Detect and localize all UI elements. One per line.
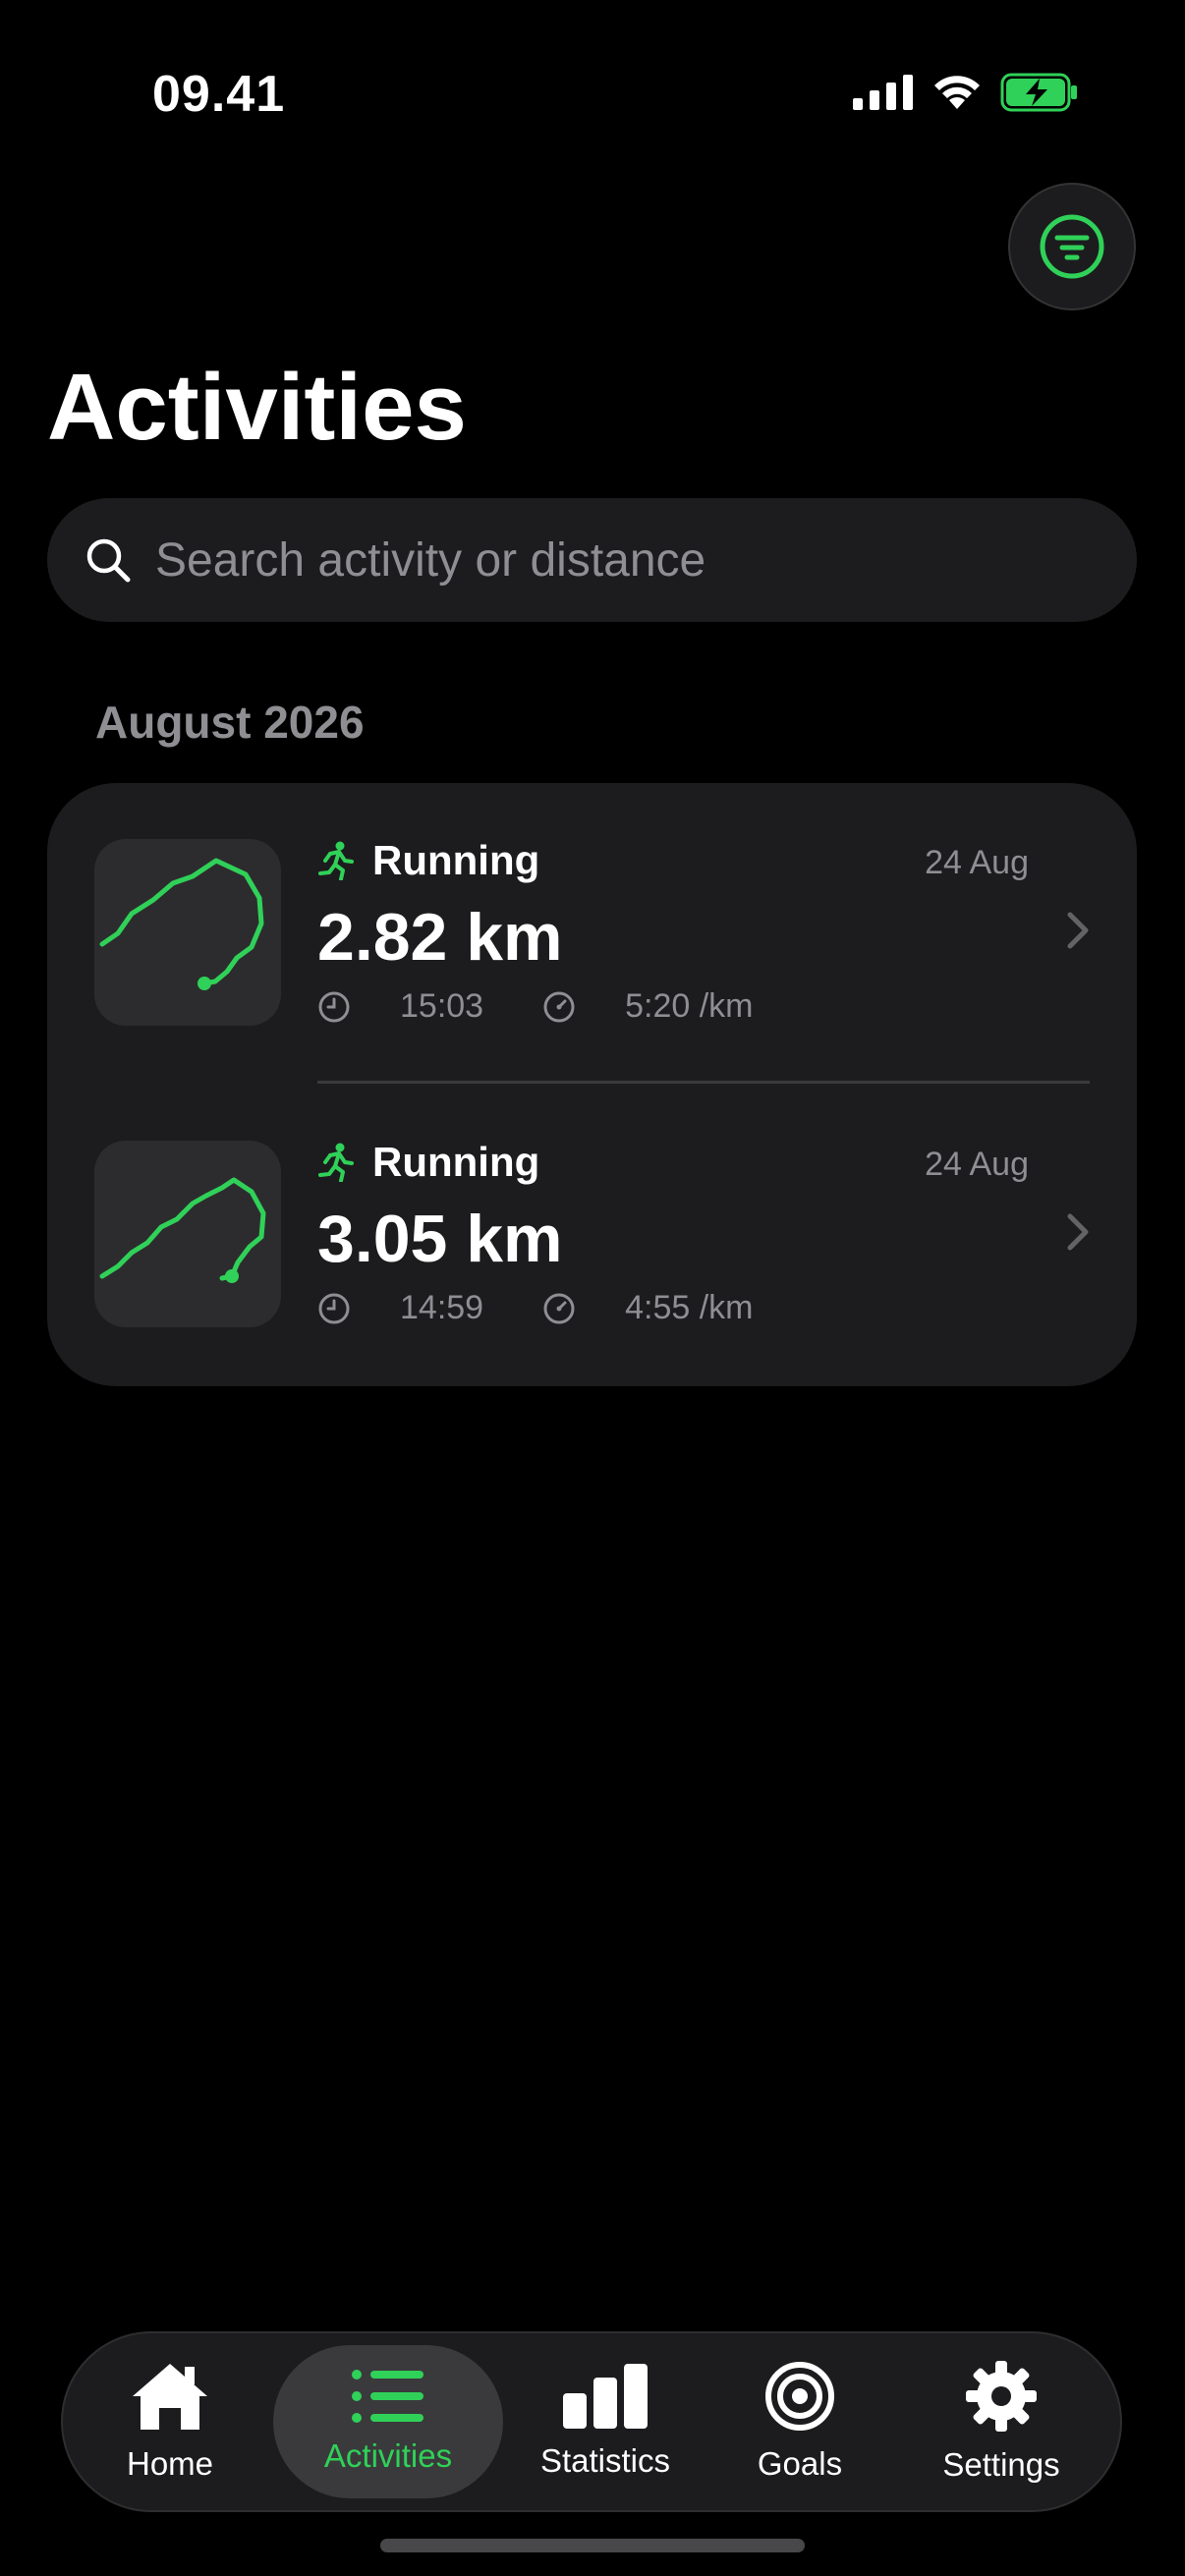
search-icon <box>86 538 131 583</box>
activity-pace: 4:55 /km <box>625 1289 754 1326</box>
route-map-thumbnail <box>94 839 281 1026</box>
activity-distance: 3.05 km <box>317 1202 563 1276</box>
speedometer-icon <box>543 1293 575 1323</box>
tab-label: Settings <box>942 2446 1060 2483</box>
filter-icon <box>1040 214 1104 279</box>
activity-duration: 15:03 <box>400 987 484 1025</box>
bar-chart-icon <box>563 2364 648 2429</box>
search-bar[interactable] <box>47 498 1137 622</box>
route-path <box>99 858 264 990</box>
activity-pace: 5:20 /km <box>625 987 754 1025</box>
row-divider <box>317 1081 1090 1084</box>
speedometer-icon <box>543 991 575 1022</box>
page-title: Activities <box>47 355 467 460</box>
chevron-right-icon <box>1067 912 1089 949</box>
activity-row[interactable]: Running 24 Aug 3.05 km 14:59 4:55 /km <box>47 1085 1137 1386</box>
filter-button[interactable] <box>1008 183 1136 310</box>
home-indicator <box>380 2539 805 2552</box>
running-icon <box>318 841 354 880</box>
activity-list-card: Running 24 Aug 2.82 km 15:03 5:20 /km Ru… <box>47 783 1137 1386</box>
activity-date: 24 Aug <box>925 1146 1029 1183</box>
activity-date: 24 Aug <box>925 844 1029 881</box>
chevron-right-icon <box>1067 1213 1089 1251</box>
tab-label: Home <box>126 2445 214 2482</box>
activity-type: Running <box>317 1139 539 1186</box>
route-path <box>99 1177 266 1283</box>
clock-icon <box>318 991 350 1022</box>
cellular-signal-icon <box>853 75 913 110</box>
tab-statistics[interactable]: Statistics <box>527 2333 684 2510</box>
home-icon <box>133 2364 207 2430</box>
activity-type: Running <box>317 837 539 884</box>
tab-goals[interactable]: Goals <box>741 2333 859 2510</box>
target-icon <box>765 2362 834 2431</box>
activity-duration: 14:59 <box>400 1289 484 1326</box>
activity-type-label: Running <box>372 1139 540 1185</box>
status-time: 09.41 <box>152 66 286 123</box>
tab-bar: Home Activities Statistics Goals Setting… <box>61 2331 1122 2512</box>
tab-label: Statistics <box>539 2442 671 2479</box>
tab-home[interactable]: Home <box>102 2333 238 2510</box>
tab-label: Goals <box>757 2445 843 2482</box>
tab-settings[interactable]: Settings <box>928 2333 1075 2510</box>
tab-label: Activities <box>323 2437 453 2474</box>
battery-charging-icon <box>1000 73 1077 112</box>
wifi-icon <box>934 76 980 109</box>
clock-icon <box>318 1293 350 1323</box>
activity-type-label: Running <box>372 837 540 883</box>
activity-row[interactable]: Running 24 Aug 2.82 km 15:03 5:20 /km <box>47 783 1137 1085</box>
section-header: August 2026 <box>95 697 365 748</box>
tab-activities[interactable]: Activities <box>273 2345 503 2498</box>
status-icons <box>853 73 1079 112</box>
list-icon <box>352 2370 423 2423</box>
gear-icon <box>966 2361 1037 2432</box>
activity-stats: 14:59 4:55 /km <box>317 1289 753 1327</box>
running-icon <box>318 1143 354 1182</box>
activity-distance: 2.82 km <box>317 900 563 975</box>
status-bar: 09.41 <box>0 0 1185 187</box>
activity-stats: 15:03 5:20 /km <box>317 987 753 1026</box>
route-map-thumbnail <box>94 1141 281 1327</box>
search-input[interactable] <box>153 532 1042 588</box>
